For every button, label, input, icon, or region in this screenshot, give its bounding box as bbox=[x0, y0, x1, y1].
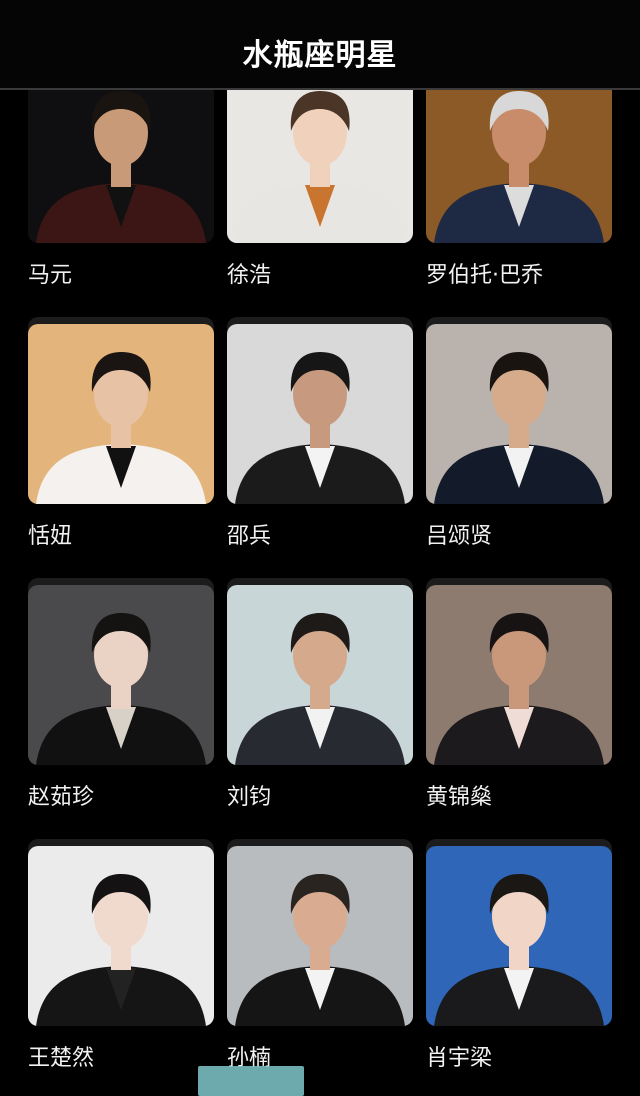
celebrity-card[interactable]: 罗伯托·巴乔 bbox=[426, 63, 614, 288]
page-title: 水瓶座明星 bbox=[242, 38, 398, 73]
celebrity-card[interactable]: 马元 bbox=[28, 63, 216, 288]
celebrity-photo[interactable] bbox=[227, 324, 413, 504]
portrait-image bbox=[28, 846, 214, 1026]
celebrity-photo[interactable] bbox=[426, 63, 612, 243]
celebrity-photo[interactable] bbox=[227, 63, 413, 243]
celebrity-name: 徐浩 bbox=[227, 263, 272, 288]
celebrity-card[interactable]: 肖宇梁 bbox=[426, 846, 614, 1071]
portrait-image bbox=[28, 63, 214, 243]
celebrity-name: 黄锦燊 bbox=[426, 785, 493, 810]
portrait-image bbox=[227, 63, 413, 243]
portrait-image bbox=[426, 63, 612, 243]
portrait-image bbox=[227, 585, 413, 765]
portrait-image bbox=[28, 324, 214, 504]
home-indicator[interactable] bbox=[198, 1066, 304, 1096]
celebrity-card[interactable]: 恬妞 bbox=[28, 324, 216, 549]
celebrity-name: 罗伯托·巴乔 bbox=[426, 263, 543, 288]
celebrity-card[interactable]: 孙楠 bbox=[227, 846, 415, 1071]
portrait-image bbox=[227, 846, 413, 1026]
celebrity-card[interactable]: 王楚然 bbox=[28, 846, 216, 1071]
celebrity-card[interactable]: 黄锦燊 bbox=[426, 585, 614, 810]
celebrity-card[interactable]: 邵兵 bbox=[227, 324, 415, 549]
celebrity-name: 恬妞 bbox=[28, 524, 73, 549]
celebrity-photo[interactable] bbox=[28, 324, 214, 504]
celebrity-name: 吕颂贤 bbox=[426, 524, 493, 549]
celebrity-card[interactable]: 赵茹珍 bbox=[28, 585, 216, 810]
celebrity-name: 王楚然 bbox=[28, 1046, 95, 1071]
portrait-image bbox=[426, 846, 612, 1026]
portrait-image bbox=[426, 585, 612, 765]
celebrity-name: 肖宇梁 bbox=[426, 1046, 493, 1071]
celebrity-name: 刘钧 bbox=[227, 785, 272, 810]
celebrity-card[interactable]: 吕颂贤 bbox=[426, 324, 614, 549]
celebrity-card[interactable]: 刘钧 bbox=[227, 585, 415, 810]
celebrity-grid: 马元 徐浩 罗伯托·巴乔 恬妞 邵兵 吕颂贤 赵茹珍 刘钧 黄锦燊 王楚然 孙楠… bbox=[0, 0, 640, 1096]
celebrity-name: 马元 bbox=[28, 263, 73, 288]
portrait-image bbox=[426, 324, 612, 504]
celebrity-photo[interactable] bbox=[426, 846, 612, 1026]
celebrity-photo[interactable] bbox=[28, 585, 214, 765]
portrait-image bbox=[28, 585, 214, 765]
celebrity-card[interactable]: 徐浩 bbox=[227, 63, 415, 288]
celebrity-photo[interactable] bbox=[227, 846, 413, 1026]
celebrity-name: 赵茹珍 bbox=[28, 785, 95, 810]
celebrity-photo[interactable] bbox=[227, 585, 413, 765]
app-header: 水瓶座明星 bbox=[0, 0, 640, 90]
celebrity-photo[interactable] bbox=[28, 846, 214, 1026]
celebrity-name: 邵兵 bbox=[227, 524, 272, 549]
celebrity-photo[interactable] bbox=[426, 585, 612, 765]
celebrity-photo[interactable] bbox=[426, 324, 612, 504]
celebrity-photo[interactable] bbox=[28, 63, 214, 243]
portrait-image bbox=[227, 324, 413, 504]
